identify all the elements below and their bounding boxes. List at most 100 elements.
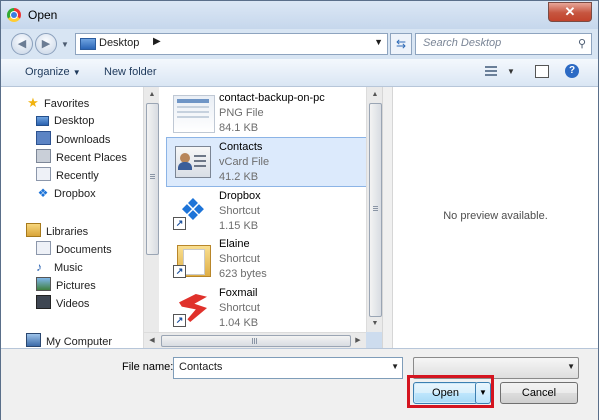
sidebar-group-favorites[interactable]: ★ Favorites bbox=[26, 95, 89, 111]
recent-locations-dropdown-icon[interactable]: ▼ bbox=[61, 40, 69, 49]
toolbar: Organize ▼ New folder ▼ ? bbox=[1, 59, 598, 87]
desktop-icon bbox=[36, 116, 49, 126]
sidebar-item-downloads[interactable]: Downloads bbox=[36, 131, 110, 147]
sidebar-item-recently[interactable]: Recently bbox=[36, 167, 99, 183]
address-path[interactable]: Desktop bbox=[99, 37, 139, 49]
preview-message: No preview available. bbox=[443, 210, 548, 222]
search-icon[interactable]: ⚲ bbox=[578, 37, 586, 50]
file-name: Dropbox bbox=[219, 190, 261, 202]
navigation-pane: ★ Favorites Desktop Downloads Recent Plac… bbox=[1, 87, 144, 348]
file-size: 84.1 KB bbox=[219, 122, 259, 134]
navigation-scrollbar[interactable]: ▲ ▼ bbox=[143, 87, 160, 348]
sidebar-item-music[interactable]: ♪ Music bbox=[36, 259, 83, 275]
sidebar-group-label: Libraries bbox=[46, 226, 89, 238]
sidebar-item-label: Recently bbox=[56, 170, 99, 182]
chevron-down-icon[interactable]: ▼ bbox=[567, 362, 575, 371]
file-type: vCard File bbox=[219, 156, 270, 168]
file-type: Shortcut bbox=[219, 253, 260, 265]
sidebar-group-label: Favorites bbox=[44, 98, 90, 110]
new-folder-button[interactable]: New folder bbox=[104, 66, 157, 78]
window-title: Open bbox=[28, 8, 58, 22]
help-icon[interactable]: ? bbox=[565, 64, 579, 78]
grip-icon bbox=[150, 174, 155, 180]
shortcut-arrow-icon: ↗ bbox=[173, 217, 186, 230]
view-dropdown-icon[interactable]: ▼ bbox=[507, 67, 515, 76]
open-dialog: Open ✕ ◀ ▶ ▼ Desktop ▶ ▼ ⇆ Search Deskto… bbox=[0, 0, 599, 420]
sidebar-item-recent-places[interactable]: Recent Places bbox=[36, 149, 127, 165]
scrollbar-thumb[interactable] bbox=[161, 335, 351, 347]
recent-places-icon bbox=[36, 149, 51, 163]
scroll-up-icon[interactable]: ▲ bbox=[367, 87, 383, 103]
title-bar: Open ✕ bbox=[1, 1, 598, 29]
file-name-label: File name: bbox=[122, 361, 174, 373]
scrollbar-thumb[interactable] bbox=[146, 103, 159, 255]
scroll-up-icon[interactable]: ▲ bbox=[144, 87, 160, 103]
search-placeholder: Search Desktop bbox=[423, 37, 502, 49]
sidebar-item-label: Downloads bbox=[56, 134, 111, 146]
star-icon: ★ bbox=[27, 95, 39, 110]
scroll-down-icon[interactable]: ▼ bbox=[367, 316, 383, 332]
preview-pane: No preview available. bbox=[393, 87, 598, 348]
sidebar-group-libraries[interactable]: Libraries bbox=[26, 223, 88, 239]
grip-icon bbox=[252, 338, 258, 344]
sidebar-item-label: Videos bbox=[56, 298, 90, 310]
png-thumbnail-icon bbox=[173, 95, 215, 133]
sidebar-item-label: Documents bbox=[56, 244, 112, 256]
view-options-icon[interactable] bbox=[485, 66, 497, 77]
file-name: Foxmail bbox=[219, 287, 258, 299]
address-bar[interactable]: Desktop ▶ ▼ bbox=[75, 33, 388, 55]
scrollbar-thumb[interactable] bbox=[369, 103, 382, 317]
refresh-icon: ⇆ bbox=[395, 37, 407, 51]
forward-button[interactable]: ▶ bbox=[35, 33, 57, 55]
back-button[interactable]: ◀ bbox=[11, 33, 33, 55]
breadcrumb-arrow-icon[interactable]: ▶ bbox=[153, 36, 161, 47]
list-item[interactable]: ❖ ↗ Dropbox Shortcut 1.15 KB bbox=[167, 187, 366, 235]
file-list: contact-backup-on-pc PNG File 84.1 KB Co… bbox=[159, 87, 366, 332]
chevron-down-icon[interactable]: ▼ bbox=[391, 362, 399, 371]
close-button[interactable]: ✕ bbox=[548, 2, 592, 22]
downloads-icon bbox=[36, 131, 51, 145]
vcard-icon bbox=[175, 146, 211, 178]
address-dropdown-icon[interactable]: ▼ bbox=[374, 37, 383, 47]
videos-icon bbox=[36, 295, 51, 309]
list-item[interactable]: contact-backup-on-pc PNG File 84.1 KB bbox=[167, 89, 366, 137]
sidebar-item-documents[interactable]: Documents bbox=[36, 241, 112, 257]
file-name-value[interactable]: Contacts bbox=[179, 361, 222, 373]
list-item[interactable]: ↗ Elaine Shortcut 623 bytes bbox=[167, 235, 366, 283]
dropbox-icon: ❖ bbox=[37, 186, 49, 200]
chrome-icon bbox=[7, 8, 21, 22]
file-name: contact-backup-on-pc bbox=[219, 92, 325, 104]
sidebar-item-dropbox[interactable]: ❖ Dropbox bbox=[36, 185, 96, 201]
search-input[interactable]: Search Desktop ⚲ bbox=[415, 33, 592, 55]
sidebar-item-label: Dropbox bbox=[54, 188, 96, 200]
file-size: 1.04 KB bbox=[219, 317, 259, 329]
back-arrow-icon: ◀ bbox=[17, 38, 27, 50]
sidebar-item-videos[interactable]: Videos bbox=[36, 295, 89, 311]
libraries-icon bbox=[26, 223, 41, 237]
file-list-scrollbar[interactable]: ▲ ▼ bbox=[366, 87, 383, 332]
organize-button[interactable]: Organize ▼ bbox=[25, 66, 81, 78]
horizontal-scrollbar[interactable]: ◀ ▶ bbox=[144, 332, 366, 349]
organize-label: Organize bbox=[25, 66, 70, 78]
computer-icon bbox=[26, 333, 41, 347]
sidebar-item-pictures[interactable]: Pictures bbox=[36, 277, 96, 293]
pane-splitter[interactable] bbox=[382, 87, 393, 348]
scroll-left-icon[interactable]: ◀ bbox=[144, 333, 160, 349]
file-type: Shortcut bbox=[219, 302, 260, 314]
list-item-selected[interactable]: Contacts vCard File 41.2 KB bbox=[166, 137, 366, 187]
file-size: 41.2 KB bbox=[219, 171, 259, 183]
file-type: Shortcut bbox=[219, 205, 260, 217]
file-name-input[interactable]: Contacts ▼ bbox=[173, 357, 403, 379]
list-item[interactable]: ↗ Foxmail Shortcut 1.04 KB bbox=[167, 284, 366, 332]
sidebar-item-desktop[interactable]: Desktop bbox=[36, 113, 94, 129]
refresh-button[interactable]: ⇆ bbox=[390, 33, 412, 55]
file-size: 623 bytes bbox=[219, 268, 267, 280]
scroll-right-icon[interactable]: ▶ bbox=[350, 333, 366, 349]
sidebar-item-label: Pictures bbox=[56, 280, 96, 292]
preview-pane-toggle-icon[interactable] bbox=[535, 65, 549, 78]
chevron-down-icon: ▼ bbox=[72, 68, 81, 77]
cancel-button[interactable]: Cancel bbox=[500, 382, 578, 404]
sidebar-item-my-computer[interactable]: My Computer bbox=[26, 333, 112, 348]
folder-icon: ↗ bbox=[173, 241, 213, 278]
shortcut-arrow-icon: ↗ bbox=[173, 314, 186, 327]
